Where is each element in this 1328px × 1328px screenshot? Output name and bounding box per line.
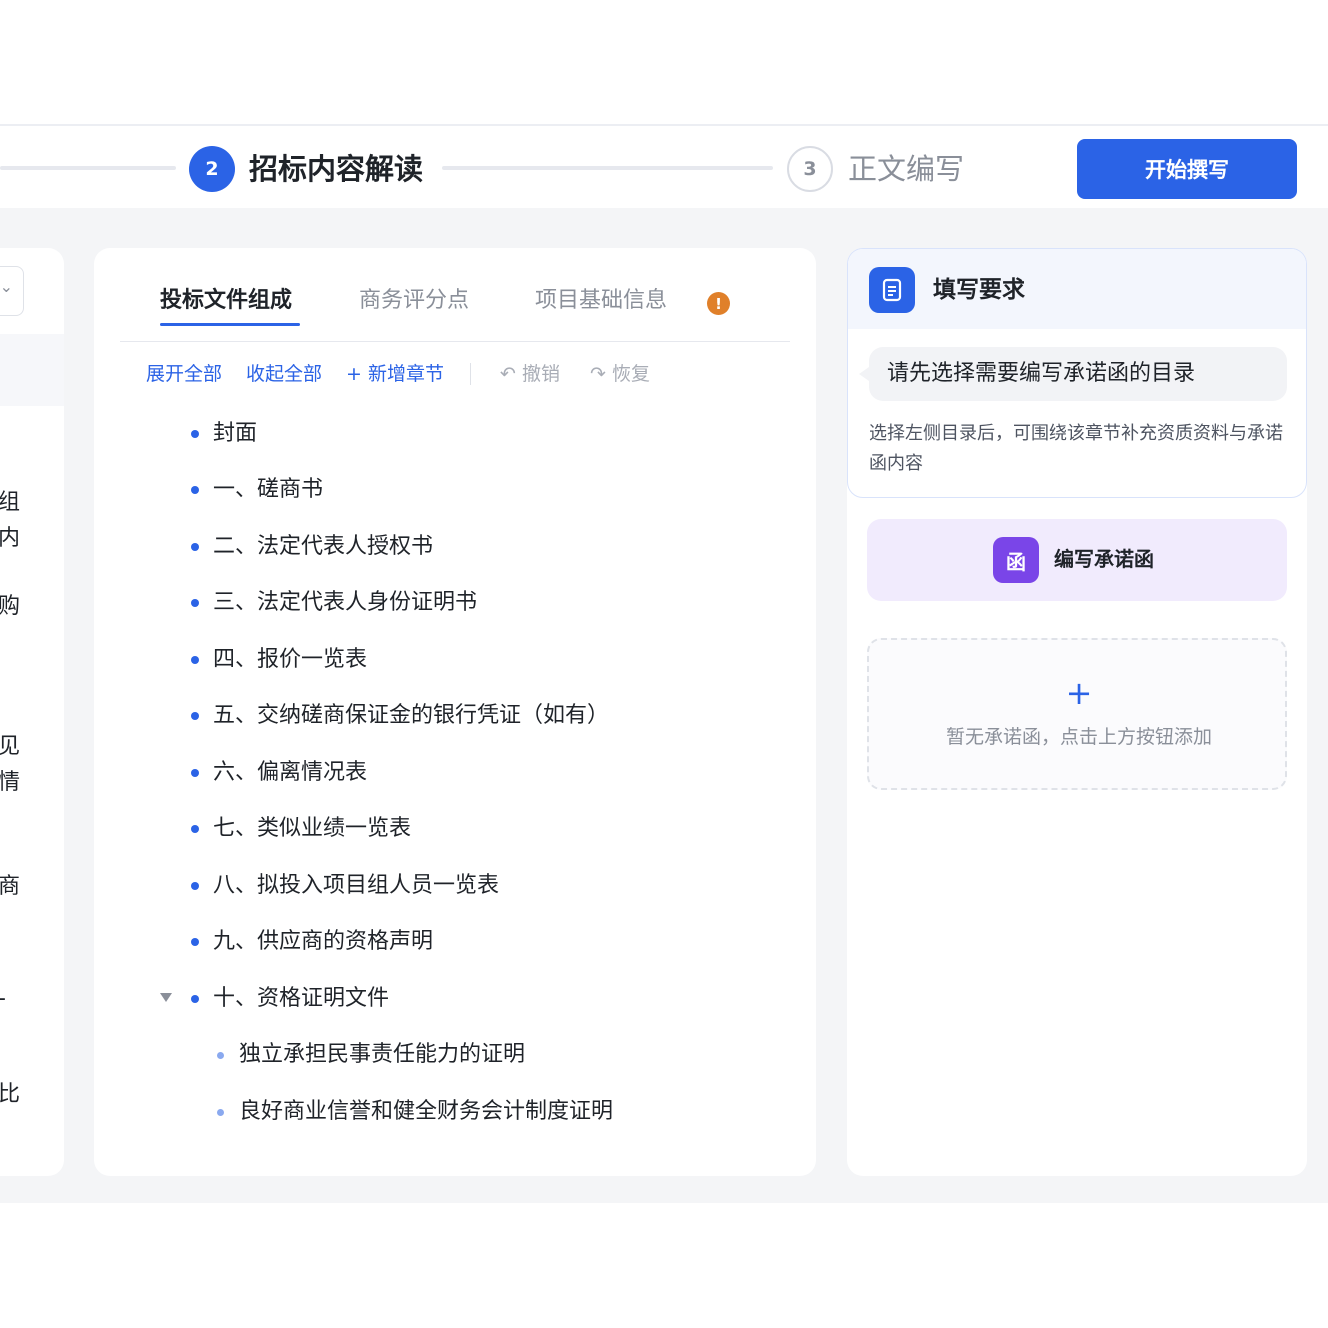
- bullet-dot: [191, 543, 199, 551]
- step-connector-middle: [442, 166, 773, 170]
- bullet-dot: [191, 712, 199, 720]
- tree-item[interactable]: 独立承担民事责任能力的证明: [94, 1037, 794, 1073]
- document-icon: [869, 267, 915, 313]
- top-blank-area: [0, 0, 1328, 124]
- bullet-dot: [191, 825, 199, 833]
- tree-item[interactable]: 一、磋商书: [94, 472, 794, 508]
- bullet-dot: [191, 769, 199, 777]
- left-text-fragment: 比: [0, 1082, 21, 1107]
- tree-item[interactable]: 良好商业信誉和健全财务会计制度证明: [94, 1094, 794, 1130]
- tree-item-label: 十、资格证明文件: [213, 986, 390, 1011]
- plus-icon: +: [1065, 674, 1093, 712]
- bullet-dot: [191, 599, 199, 607]
- tree-item-label: 三、法定代表人身份证明书: [213, 590, 478, 615]
- bottom-blank-area: [0, 1203, 1328, 1328]
- tree-item-label: 八、拟投入项目组人员一览表: [213, 873, 500, 898]
- undo-icon: ↶: [500, 363, 516, 385]
- left-outline-panel: ⌄ 组 内 购 见 情 商 - 比: [0, 248, 64, 1176]
- tree-item[interactable]: 六、偏离情况表: [94, 755, 794, 791]
- bullet-dot: [191, 882, 199, 890]
- left-text-fragment: 情: [0, 770, 21, 795]
- tree-item[interactable]: 四、报价一览表: [94, 642, 794, 678]
- requirements-header: 填写要求: [848, 249, 1306, 329]
- work-area: ⌄ 组 内 购 见 情 商 - 比 投标文件组成 商务评分点 项目基础信息 ! …: [0, 208, 1328, 1203]
- undo-button[interactable]: ↶ 撤销: [500, 360, 560, 388]
- warning-icon: !: [707, 292, 730, 315]
- step-3-circle: 3: [787, 146, 833, 192]
- undo-label: 撤销: [521, 363, 560, 385]
- write-commitment-button[interactable]: 函 编写承诺函: [867, 519, 1287, 601]
- left-text-fragment: 商: [0, 874, 21, 899]
- tree-item[interactable]: 封面: [94, 416, 794, 452]
- requirements-title: 填写要求: [933, 277, 1025, 303]
- document-structure-panel: 投标文件组成 商务评分点 项目基础信息 ! 展开全部 收起全部 + 新增章节 ↶…: [94, 248, 816, 1176]
- step-bar: 2 招标内容解读 3 正文编写 开始撰写: [0, 124, 1328, 208]
- start-writing-button[interactable]: 开始撰写: [1077, 139, 1297, 199]
- expand-all-button[interactable]: 展开全部: [146, 360, 222, 388]
- tree-item[interactable]: 七、类似业绩一览表: [94, 811, 794, 847]
- bullet-dot: [191, 486, 199, 494]
- caret-down-icon[interactable]: [160, 993, 172, 1002]
- letter-icon: 函: [993, 537, 1039, 583]
- tree-item-label: 二、法定代表人授权书: [213, 534, 434, 559]
- left-selected-row[interactable]: [0, 334, 64, 406]
- commitment-panel: 填写要求 请先选择需要编写承诺函的目录 选择左侧目录后，可围绕该章节补充资质资料…: [847, 248, 1307, 1176]
- tree-item-label: 四、报价一览表: [213, 647, 368, 672]
- step-connector-left: [0, 166, 176, 170]
- bullet-dot: [191, 995, 199, 1003]
- tree-item-label: 五、交纳磋商保证金的银行凭证（如有）: [213, 703, 610, 728]
- left-text-fragment: 购: [0, 594, 21, 619]
- redo-label: 恢复: [611, 363, 650, 385]
- tree-item-label: 良好商业信誉和健全财务会计制度证明: [239, 1099, 614, 1124]
- step-2-label: 招标内容解读: [249, 152, 424, 186]
- tree-item[interactable]: 二、法定代表人授权书: [94, 529, 794, 565]
- step-3-label: 正文编写: [848, 152, 965, 186]
- redo-icon: ↷: [590, 363, 606, 385]
- requirements-card: 填写要求 请先选择需要编写承诺函的目录 选择左侧目录后，可围绕该章节补充资质资料…: [847, 248, 1307, 498]
- bullet-dot: [191, 430, 199, 438]
- bullet-dot: [191, 656, 199, 664]
- left-text-fragment: -: [0, 984, 6, 1014]
- tab-project-info[interactable]: 项目基础信息: [535, 286, 667, 316]
- tab-bid-composition[interactable]: 投标文件组成: [160, 286, 292, 316]
- hint-bubble: 请先选择需要编写承诺函的目录: [859, 347, 1287, 401]
- collapse-all-button[interactable]: 收起全部: [246, 360, 322, 388]
- redo-button[interactable]: ↷ 恢复: [590, 360, 650, 388]
- empty-commitment-placeholder[interactable]: + 暂无承诺函，点击上方按钮添加: [867, 638, 1287, 790]
- tab-business-scoring[interactable]: 商务评分点: [359, 286, 469, 316]
- tree-item[interactable]: 五、交纳磋商保证金的银行凭证（如有）: [94, 698, 794, 734]
- left-text-fragment: 内: [0, 526, 21, 551]
- left-text-fragment: 组: [0, 490, 21, 515]
- chevron-down-icon: ⌄: [0, 277, 13, 296]
- tree-item-label: 六、偏离情况表: [213, 760, 368, 785]
- tree-item[interactable]: 八、拟投入项目组人员一览表: [94, 868, 794, 904]
- tree-item[interactable]: 三、法定代表人身份证明书: [94, 585, 794, 621]
- step-2-circle: 2: [189, 146, 235, 192]
- tab-bar: 投标文件组成 商务评分点 项目基础信息 !: [120, 274, 790, 342]
- tree-item-label: 封面: [213, 421, 258, 446]
- tree-item[interactable]: 九、供应商的资格声明: [94, 924, 794, 960]
- tree-item-label: 一、磋商书: [213, 477, 324, 502]
- left-select[interactable]: ⌄: [0, 266, 24, 316]
- add-chapter-button[interactable]: + 新增章节: [346, 360, 444, 388]
- bullet-dot: [217, 1109, 224, 1116]
- tree-item-label: 独立承担民事责任能力的证明: [239, 1042, 526, 1067]
- tree-item[interactable]: 十、资格证明文件: [94, 981, 794, 1017]
- requirements-description: 选择左侧目录后，可围绕该章节补充资质资料与承诺函内容: [869, 423, 1283, 474]
- bullet-dot: [217, 1052, 224, 1059]
- active-tab-underline: [160, 323, 300, 326]
- write-commitment-label: 编写承诺函: [1054, 549, 1154, 571]
- tree-item-label: 七、类似业绩一览表: [213, 816, 412, 841]
- toolbar-divider: [470, 363, 471, 385]
- hint-bubble-text: 请先选择需要编写承诺函的目录: [887, 361, 1196, 386]
- left-text-fragment: 见: [0, 734, 21, 759]
- tree-item-label: 九、供应商的资格声明: [213, 929, 434, 954]
- tree-toolbar: 展开全部 收起全部 + 新增章节 ↶ 撤销 ↷ 恢复: [146, 360, 766, 390]
- empty-state-text: 暂无承诺函，点击上方按钮添加: [945, 726, 1212, 748]
- bullet-dot: [191, 938, 199, 946]
